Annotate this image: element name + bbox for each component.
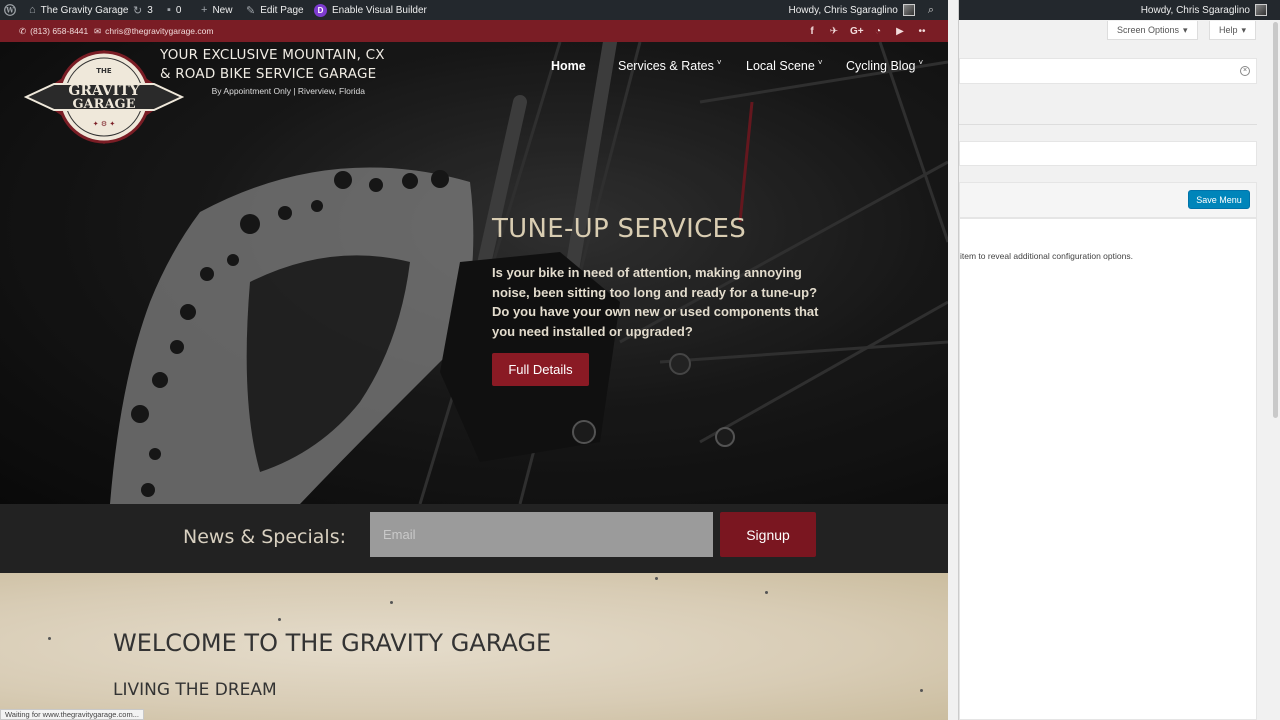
site-name-label: The Gravity Garage (40, 4, 129, 16)
texture-speck (655, 577, 658, 580)
envelope-icon: ✉ (94, 25, 102, 36)
texture-speck (278, 618, 281, 621)
site-name-link[interactable]: ⌂ The Gravity Garage (29, 0, 128, 20)
wp-admin-bar: W ⌂ The Gravity Garage ↻ 3 ▪ 0 + New ✎ E… (0, 0, 948, 20)
logo-word-garage: GARAGE (72, 97, 135, 112)
home-icon: ⌂ (29, 4, 36, 16)
search-icon[interactable]: ⌕ (928, 4, 934, 17)
phone-contact[interactable]: ✆ (813) 658-8441 (19, 20, 88, 42)
updates-icon: ↻ (133, 4, 143, 17)
updates-count: 3 (147, 4, 153, 16)
hero-section: THE GRAVITY GARAGE ✦ ⚙ ✦ YOUR EXCLUSIVE … (0, 42, 948, 504)
caret-down-icon: ▾ (1183, 24, 1188, 35)
nav-label: Services & Rates (618, 59, 714, 73)
twitter-icon[interactable]: ✈ (828, 26, 840, 37)
updates-link[interactable]: ↻ 3 (133, 0, 153, 20)
nav-label: Home (551, 59, 586, 73)
divi-icon: D (314, 3, 327, 17)
email-contact[interactable]: ✉ chris@thegravitygarage.com (94, 20, 213, 42)
wp-admin-bar-right: Howdy, Chris Sgaraglino (959, 0, 1280, 20)
screen-options-button[interactable]: Screen Options ▾ (1107, 21, 1198, 40)
wordpress-logo-icon[interactable]: W (4, 0, 16, 20)
nav-item-home[interactable]: Home (551, 59, 586, 73)
nav-label: Cycling Blog (846, 59, 916, 73)
tagline-line-3: By Appointment Only | Riverview, Florida (211, 86, 365, 96)
menu-structure-panel (959, 218, 1257, 720)
social-icons: f ✈ G+ ◔ ▶ •• (806, 20, 928, 42)
browser-status-bar: Waiting for www.thegravitygarage.com... (0, 709, 144, 720)
dismiss-icon[interactable]: × (1240, 66, 1250, 76)
signup-button[interactable]: Signup (720, 512, 816, 557)
pencil-icon: ✎ (246, 4, 256, 17)
logo-gear-ornament: ✦ ⚙ ✦ (93, 120, 116, 128)
chevron-down-icon: ˅ (918, 58, 924, 67)
howdy-label-right: Howdy, Chris Sgaraglino (1140, 4, 1250, 16)
menu-select-panel (959, 141, 1257, 166)
plus-icon: + (201, 4, 208, 16)
email-address: chris@thegravitygarage.com (105, 26, 214, 36)
google-plus-icon[interactable]: G+ (850, 26, 864, 37)
menu-hint-text: item to reveal additional configuration … (960, 251, 1133, 261)
my-account-link-right[interactable]: Howdy, Chris Sgaraglino (1141, 0, 1267, 20)
my-account-link[interactable]: Howdy, Chris Sgaraglino ⌕ (789, 0, 934, 20)
avatar (1255, 4, 1267, 16)
avatar (902, 4, 915, 16)
visual-builder-label: Enable Visual Builder (332, 4, 427, 16)
new-content-link[interactable]: + New (201, 0, 232, 20)
enable-visual-builder-link[interactable]: D Enable Visual Builder (314, 0, 427, 20)
youtube-icon[interactable]: ▶ (894, 26, 906, 37)
texture-speck (390, 601, 393, 604)
flickr-icon[interactable]: •• (916, 26, 928, 37)
phone-icon: ✆ (19, 25, 27, 36)
notice-panel (959, 58, 1257, 84)
texture-speck (920, 689, 923, 692)
save-menu-button[interactable]: Save Menu (1188, 190, 1250, 209)
texture-speck (765, 591, 768, 594)
welcome-subtitle: LIVING THE DREAM (113, 680, 277, 700)
rss-icon[interactable]: ◔ (872, 26, 884, 37)
comments-link[interactable]: ▪ 0 (167, 0, 181, 20)
nav-item-services-rates[interactable]: Services & Rates ˅ (618, 58, 722, 74)
welcome-section: WELCOME TO THE GRAVITY GARAGE LIVING THE… (0, 573, 948, 720)
phone-number: (813) 658-8441 (30, 26, 89, 36)
svg-text:W: W (5, 6, 14, 15)
chevron-down-icon: ˅ (817, 58, 823, 67)
contact-strip: ✆ (813) 658-8441 ✉ chris@thegravitygarag… (0, 20, 948, 42)
scrollbar[interactable] (1271, 20, 1279, 420)
facebook-icon[interactable]: f (806, 26, 818, 37)
site-browser-window: W ⌂ The Gravity Garage ↻ 3 ▪ 0 + New ✎ E… (0, 0, 948, 720)
screen-options-label: Screen Options (1117, 25, 1180, 35)
full-details-button[interactable]: Full Details (492, 353, 589, 386)
email-field[interactable] (370, 512, 713, 557)
howdy-label: Howdy, Chris Sgaraglino (788, 4, 898, 16)
admin-browser-window: Howdy, Chris Sgaraglino Screen Options ▾… (958, 0, 1280, 720)
newsletter-label: News & Specials: (183, 526, 346, 548)
scrollbar-thumb[interactable] (1273, 22, 1278, 418)
edit-page-label: Edit Page (260, 4, 304, 16)
main-navigation: Home Services & Rates ˅ Local Scene ˅ Cy… (0, 59, 948, 77)
comment-icon: ▪ (167, 4, 171, 16)
nav-item-local-scene[interactable]: Local Scene ˅ (746, 58, 823, 74)
hero-body-text: Is your bike in need of attention, makin… (492, 265, 819, 339)
nav-label: Local Scene (746, 59, 815, 73)
divider (959, 124, 1257, 125)
new-label: New (212, 4, 233, 16)
welcome-title: WELCOME TO THE GRAVITY GARAGE (113, 629, 552, 657)
newsletter-bar: News & Specials: Signup (0, 504, 948, 573)
help-button[interactable]: Help ▾ (1209, 21, 1257, 40)
caret-down-icon: ▾ (1241, 24, 1247, 35)
comments-count: 0 (175, 4, 182, 16)
hero-title: TUNE-UP SERVICES (492, 214, 747, 244)
edit-page-link[interactable]: ✎ Edit Page (246, 0, 304, 20)
chevron-down-icon: ˅ (716, 58, 722, 67)
help-label: Help (1219, 25, 1238, 35)
nav-item-cycling-blog[interactable]: Cycling Blog ˅ (846, 58, 924, 74)
texture-speck (48, 637, 51, 640)
